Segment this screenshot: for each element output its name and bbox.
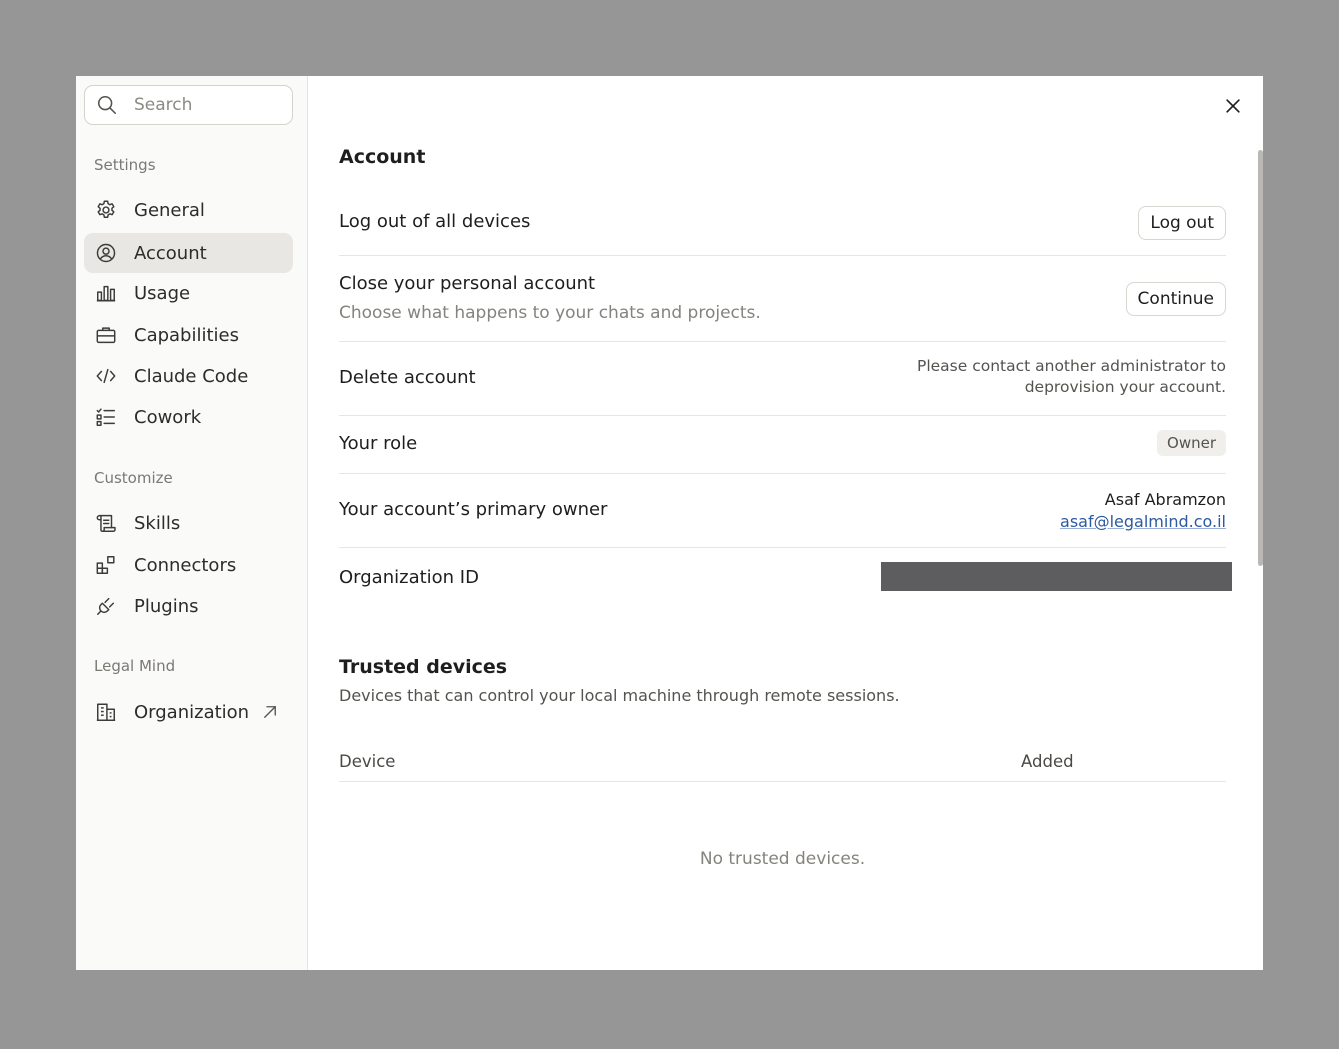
- sidebar-item-label: Cowork: [134, 406, 202, 428]
- sidebar-item-cowork[interactable]: Cowork: [84, 397, 293, 437]
- continue-button[interactable]: Continue: [1125, 282, 1226, 316]
- plug-icon: [95, 595, 117, 617]
- log-out-button[interactable]: Log out: [1138, 206, 1226, 240]
- sidebar-item-capabilities[interactable]: Capabilities: [84, 315, 293, 355]
- owner-name: Asaf Abramzon: [1104, 490, 1226, 509]
- close-account-label: Close your personal account: [339, 273, 596, 294]
- sidebar-item-label: Connectors: [134, 554, 237, 576]
- role-badge: Owner: [1157, 430, 1226, 456]
- user-circle-icon: [95, 242, 117, 264]
- owner-email-link[interactable]: asaf@legalmind.co.il: [1060, 511, 1226, 533]
- empty-state: No trusted devices.: [699, 849, 866, 869]
- account-panel: Account Log out of all devices Log out C…: [308, 76, 1263, 970]
- close-icon[interactable]: [1223, 96, 1243, 116]
- primary-owner-label: Your account’s primary owner: [339, 499, 608, 520]
- close-account-description: Choose what happens to your chats and pr…: [339, 303, 761, 323]
- role-row: Your role Owner: [339, 416, 1226, 474]
- section-label-legal-mind: Legal Mind: [94, 657, 176, 675]
- sidebar-item-organization[interactable]: Organization: [84, 692, 293, 732]
- search-icon: [97, 95, 117, 115]
- scrollbar[interactable]: [1258, 150, 1263, 566]
- column-header-device: Device: [339, 752, 396, 771]
- checklist-icon: [95, 406, 117, 428]
- sidebar-item-label: Organization: [134, 701, 250, 723]
- primary-owner-row: Your account’s primary owner Asaf Abramz…: [339, 474, 1226, 548]
- close-account-row: Close your personal account Choose what …: [339, 256, 1226, 342]
- sidebar-item-label: Account: [134, 242, 207, 264]
- organization-id-label: Organization ID: [339, 567, 479, 588]
- sidebar-item-label: Plugins: [134, 595, 199, 617]
- delete-account-row: Delete account Please contact another ad…: [339, 342, 1226, 416]
- column-header-added: Added: [1021, 752, 1074, 771]
- logout-row: Log out of all devices Log out: [339, 194, 1226, 256]
- trusted-devices-title: Trusted devices: [339, 656, 508, 678]
- sidebar-item-account[interactable]: Account: [84, 233, 293, 273]
- building-icon: [95, 701, 117, 723]
- sidebar-item-skills[interactable]: Skills: [84, 503, 293, 543]
- settings-sidebar: Settings General Account: [76, 76, 308, 970]
- scroll-icon: [95, 512, 117, 534]
- briefcase-icon: [95, 324, 117, 346]
- page-title: Account: [339, 146, 426, 168]
- sidebar-item-label: Capabilities: [134, 324, 239, 346]
- delete-account-message-line: Please contact another administrator to: [916, 357, 1226, 375]
- settings-dialog: Settings General Account: [76, 76, 1263, 970]
- logout-label: Log out of all devices: [339, 211, 531, 232]
- role-label: Your role: [339, 433, 418, 454]
- redacted-organization-id: [881, 562, 1232, 591]
- external-link-icon: [264, 706, 276, 718]
- trusted-devices-description: Devices that can control your local mach…: [339, 686, 900, 705]
- search-box[interactable]: [84, 85, 293, 125]
- gear-icon: [95, 199, 117, 221]
- sidebar-item-label: General: [134, 199, 205, 221]
- sidebar-item-claude-code[interactable]: Claude Code: [84, 356, 293, 396]
- blocks-icon: [95, 554, 117, 576]
- section-label-customize: Customize: [94, 469, 173, 487]
- delete-account-label: Delete account: [339, 367, 476, 388]
- delete-account-message: Please contact another administrator to …: [917, 356, 1226, 398]
- code-icon: [95, 365, 117, 387]
- bar-chart-icon: [95, 282, 117, 304]
- sidebar-item-label: Skills: [134, 512, 181, 534]
- sidebar-item-general[interactable]: General: [84, 190, 293, 230]
- sidebar-item-usage[interactable]: Usage: [84, 273, 293, 313]
- sidebar-item-plugins[interactable]: Plugins: [84, 586, 293, 626]
- sidebar-item-label: Usage: [134, 282, 191, 304]
- search-input[interactable]: [134, 95, 284, 115]
- sidebar-item-connectors[interactable]: Connectors: [84, 545, 293, 585]
- sidebar-item-label: Claude Code: [134, 365, 249, 387]
- table-divider: [339, 781, 1226, 782]
- delete-account-message-line: deprovision your account.: [1024, 378, 1226, 396]
- primary-owner-info: Asaf Abramzon asaf@legalmind.co.il: [1060, 489, 1226, 533]
- section-label-settings: Settings: [94, 156, 156, 174]
